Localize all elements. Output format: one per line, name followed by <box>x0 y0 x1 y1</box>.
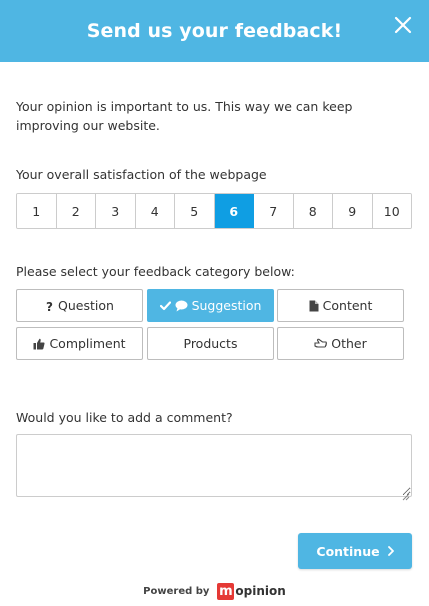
category-question-button[interactable]: ? Question <box>16 289 143 322</box>
category-other-button[interactable]: Other <box>277 327 404 360</box>
category-compliment-button[interactable]: Compliment <box>16 327 143 360</box>
comment-textarea[interactable] <box>16 434 412 497</box>
satisfaction-scale: 1 2 3 4 5 6 7 8 9 10 <box>16 193 412 229</box>
thumbs-up-icon <box>33 338 46 350</box>
scale-option[interactable]: 5 <box>175 194 215 228</box>
comment-label: Would you like to add a comment? <box>16 410 233 425</box>
header: Send us your feedback! <box>0 0 429 62</box>
mopinion-logo[interactable]: m opinion <box>217 582 286 600</box>
scale-option[interactable]: 7 <box>254 194 294 228</box>
satisfaction-label: Your overall satisfaction of the webpage <box>16 167 267 182</box>
resize-grip-icon[interactable] <box>401 486 410 501</box>
scale-option[interactable]: 1 <box>17 194 57 228</box>
scale-option[interactable]: 4 <box>135 194 175 228</box>
logo-name: opinion <box>235 584 286 598</box>
category-question-label: Question <box>58 298 114 313</box>
scale-option[interactable]: 10 <box>372 194 411 228</box>
check-icon <box>159 300 171 311</box>
close-icon[interactable] <box>393 14 413 36</box>
category-suggestion-label: Suggestion <box>191 298 262 313</box>
category-products-button[interactable]: Products <box>147 327 274 360</box>
comment-icon <box>175 300 188 312</box>
powered-by-label: Powered by <box>143 585 210 597</box>
scale-option[interactable]: 8 <box>293 194 333 228</box>
scale-option[interactable]: 2 <box>56 194 96 228</box>
question-icon: ? <box>45 300 54 312</box>
category-content-label: Content <box>322 298 373 313</box>
logo-mark: m <box>217 582 235 600</box>
category-label: Please select your feedback category bel… <box>16 264 295 279</box>
header-title: Send us your feedback! <box>86 20 343 42</box>
powered-by: Powered by m opinion <box>0 582 429 600</box>
svg-text:?: ? <box>46 300 53 312</box>
category-other-label: Other <box>331 336 367 351</box>
category-compliment-label: Compliment <box>49 336 126 351</box>
intro-text: Your opinion is important to us. This wa… <box>16 99 353 133</box>
category-products-label: Products <box>183 336 238 351</box>
continue-button[interactable]: Continue <box>298 533 412 569</box>
chevron-right-icon <box>387 546 394 556</box>
scale-option[interactable]: 6 <box>214 194 254 228</box>
category-content-button[interactable]: Content <box>277 289 404 322</box>
category-suggestion-button[interactable]: Suggestion <box>147 289 274 322</box>
scale-option[interactable]: 3 <box>96 194 136 228</box>
continue-label: Continue <box>316 543 380 559</box>
scale-option[interactable]: 9 <box>333 194 373 228</box>
hand-pointer-icon <box>314 338 328 349</box>
file-icon <box>309 300 319 312</box>
